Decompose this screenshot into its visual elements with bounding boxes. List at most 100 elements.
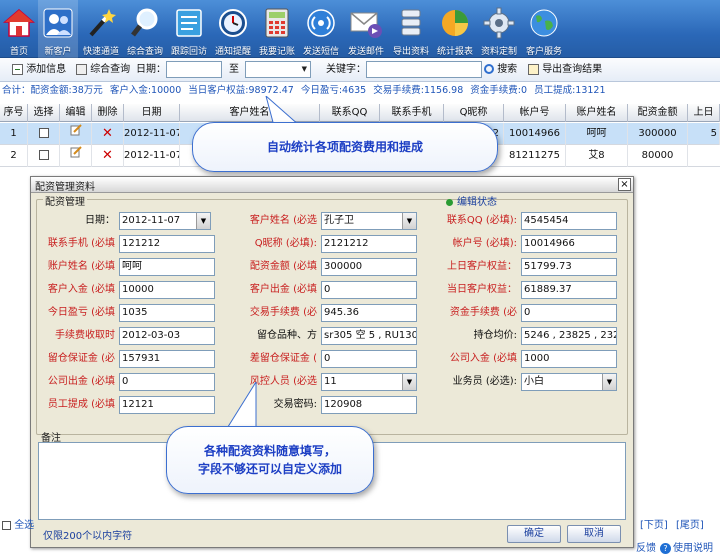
fund-fee-input[interactable]: 0	[521, 304, 617, 322]
col-header-select[interactable]: 选择	[28, 104, 60, 122]
toolbar-customize-button[interactable]: 资料定制	[478, 0, 520, 58]
ok-button[interactable]: 确定	[507, 525, 561, 543]
grid-header: 序号 选择 编辑 删除 日期 客户姓名 联系QQ 联系手机 Q昵称 帐户号 账户…	[0, 104, 720, 122]
select-all[interactable]: 全选	[2, 516, 34, 531]
customer-name-select[interactable]: 孔子卫 ▼	[321, 212, 417, 230]
col-header-delete[interactable]: 删除	[92, 104, 124, 122]
last-page-link[interactable]: [尾页]	[676, 516, 704, 531]
toolbar-new-customer-button[interactable]: 新客户	[38, 0, 78, 58]
col-header-qq[interactable]: 联系QQ	[320, 104, 380, 122]
row-checkbox[interactable]	[28, 123, 60, 145]
prev-equity-label: 上日客户权益：	[447, 261, 517, 272]
search-button[interactable]: 搜索	[484, 62, 517, 78]
date-to-select[interactable]: ▼	[245, 61, 311, 78]
qnick-input[interactable]: 2121212	[321, 235, 417, 253]
position-input[interactable]: sr305 空 5 , RU1305	[321, 327, 417, 345]
col-header-date[interactable]: 日期	[124, 104, 180, 122]
trade-fee-input[interactable]: 945.36	[321, 304, 417, 322]
today-pnl-label: 今日盈亏 (必填	[47, 307, 115, 318]
next-page-link[interactable]: [下页]	[640, 516, 668, 531]
keyword-label: 关键字：	[326, 64, 366, 75]
help-icon: ?	[660, 543, 671, 554]
delete-icon[interactable]: ✕	[92, 123, 124, 145]
qnick-label: Q昵称 (必填):	[254, 238, 317, 249]
toolbar-customer-service-button[interactable]: 客户服务	[522, 0, 566, 58]
edit-icon[interactable]	[60, 145, 92, 167]
col-header-mobile[interactable]: 联系手机	[380, 104, 444, 122]
prev-equity-input[interactable]: 51799.73	[521, 258, 617, 276]
margin-input[interactable]: 157931	[119, 350, 215, 368]
trade-password-input[interactable]: 120908	[321, 396, 417, 414]
toolbar-statistics-button[interactable]: 统计报表	[434, 0, 476, 58]
status-dot-icon	[446, 198, 453, 206]
toolbar-notification-button[interactable]: 通知提醒	[212, 0, 254, 58]
company-in-input[interactable]: 1000	[521, 350, 617, 368]
avg-price-label: 持仓均价:	[473, 330, 517, 341]
edit-icon[interactable]	[60, 123, 92, 145]
amount-input[interactable]: 300000	[321, 258, 417, 276]
commission-input[interactable]: 12121	[119, 396, 215, 414]
margin-label: 留仓保证金 (必	[47, 353, 115, 364]
toolbar-follow-up-button[interactable]: 跟踪回访	[168, 0, 210, 58]
date-from-input[interactable]	[166, 61, 222, 78]
company-out-input[interactable]: 0	[119, 373, 215, 391]
deposit-label: 客户入金 (必填	[47, 284, 115, 295]
col-header-no[interactable]: 序号	[0, 104, 28, 122]
to-label: 至	[229, 64, 239, 75]
col-header-edit[interactable]: 编辑	[60, 104, 92, 122]
cancel-button[interactable]: 取消	[567, 525, 621, 543]
account-no-input[interactable]: 10014966	[521, 235, 617, 253]
trade-fee-label: 交易手续费 (必	[249, 307, 317, 318]
keyword-input[interactable]	[366, 61, 482, 78]
commission-label: 员工提成 (必填	[47, 399, 115, 410]
feedback-link[interactable]: 反馈	[636, 539, 656, 554]
toolbar-send-sms-button[interactable]: 发送短信	[300, 0, 342, 58]
margin-diff-input[interactable]: 0	[321, 350, 417, 368]
chevron-down-icon[interactable]: ▼	[402, 374, 416, 390]
help-link[interactable]: ? 使用说明	[660, 539, 713, 554]
date-select[interactable]: 2012-11-07 ▼	[119, 212, 211, 230]
toolbar-quick-channel-button[interactable]: 快速通道	[80, 0, 122, 58]
delete-icon[interactable]: ✕	[92, 145, 124, 167]
date-label: 日期：	[85, 215, 115, 226]
chevron-down-icon[interactable]: ▼	[402, 213, 416, 229]
combined-query-button[interactable]: 综合查询	[76, 62, 130, 78]
export-results-button[interactable]: 导出查询结果	[528, 62, 602, 78]
col-header-qnick[interactable]: Q昵称	[444, 104, 504, 122]
toolbar-export-data-button[interactable]: 导出资料	[390, 0, 432, 58]
qq-input[interactable]: 4545454	[521, 212, 617, 230]
add-document-icon	[12, 63, 23, 75]
mobile-label: 联系手机 (必填	[47, 238, 115, 249]
toolbar-send-email-button[interactable]: 发送邮件	[344, 0, 388, 58]
toolbar-home-button[interactable]: 首页	[0, 0, 38, 58]
fee-date-input[interactable]: 2012-03-03	[119, 327, 215, 345]
avg-price-input[interactable]: 5246 , 23825 , 2325.	[521, 327, 617, 345]
col-header-account-no[interactable]: 帐户号	[504, 104, 566, 122]
fund-fee-label: 资金手续费 (必	[449, 307, 517, 318]
chevron-down-icon: ▼	[301, 65, 307, 73]
calculator-icon	[259, 4, 295, 42]
account-name-input[interactable]: 呵呵	[119, 258, 215, 276]
magnifier-icon	[127, 4, 163, 42]
toolbar-combined-query-button[interactable]: 综合查询	[124, 0, 166, 58]
withdraw-label: 客户出金 (必填	[249, 284, 317, 295]
toolbar-bookkeeping-button[interactable]: 我要记账	[256, 0, 298, 58]
row-checkbox[interactable]	[28, 145, 60, 167]
today-equity-input[interactable]: 61889.37	[521, 281, 617, 299]
risk-staff-select[interactable]: 11 ▼	[321, 373, 417, 391]
add-info-button[interactable]: 添加信息	[12, 62, 66, 78]
salesman-select[interactable]: 小白 ▼	[521, 373, 617, 391]
withdraw-input[interactable]: 0	[321, 281, 417, 299]
date-label: 日期：	[136, 64, 166, 75]
col-header-prev[interactable]: 上日	[688, 104, 720, 122]
col-header-account-name[interactable]: 账户姓名	[566, 104, 628, 122]
chevron-down-icon[interactable]: ▼	[196, 213, 210, 229]
deposit-input[interactable]: 10000	[119, 281, 215, 299]
col-header-amount[interactable]: 配资金额	[628, 104, 688, 122]
close-icon[interactable]: ×	[618, 178, 631, 191]
chevron-down-icon[interactable]: ▼	[602, 374, 616, 390]
today-pnl-input[interactable]: 1035	[119, 304, 215, 322]
mobile-input[interactable]: 121212	[119, 235, 215, 253]
signal-icon	[303, 4, 339, 42]
dialog-title-bar: 配资管理资料 ×	[31, 177, 633, 193]
